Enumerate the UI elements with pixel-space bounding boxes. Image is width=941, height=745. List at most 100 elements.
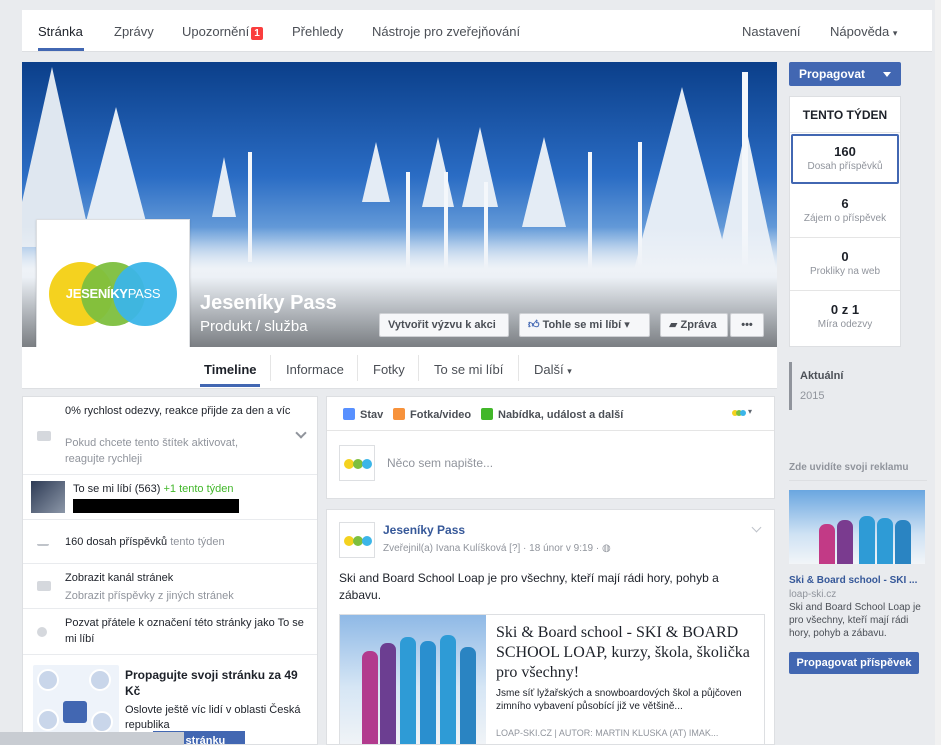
invite-friends-link[interactable]: Pozvat přátele k označení této stránky j… [65, 615, 305, 647]
composer-status-label: Stav [360, 409, 384, 421]
likes-count[interactable]: To se mi líbí (563) [73, 483, 160, 495]
chevron-down-icon: ▾ [624, 319, 630, 331]
person-icon [37, 627, 47, 637]
nav-messages[interactable]: Zprávy [114, 24, 154, 39]
timeline-year-link[interactable]: 2015 [800, 382, 901, 402]
invite-friends-row[interactable]: Pozvat přátele k označení této stránky j… [23, 609, 317, 655]
tab-photos[interactable]: Fotky [373, 362, 405, 377]
snowy-tree [212, 157, 236, 217]
photo-icon [393, 408, 405, 420]
timeline-post: Jeseníky Pass Zveřejnil(a) Ivana Kulíško… [326, 509, 775, 745]
likes-row[interactable]: To se mi líbí (563) +1 tento týden [23, 475, 317, 520]
nav-help-label: Nápověda [830, 24, 890, 39]
post-text: Ski and Board School Loap je pro všechny… [339, 571, 719, 602]
like-button[interactable]: 👍︎ Tohle se mi líbí ▾ [519, 313, 650, 337]
nav-notifications-label: Upozornění [182, 24, 250, 39]
reach-row[interactable]: 160 dosah příspěvků tento týden [23, 520, 317, 564]
post-author[interactable]: Jeseníky Pass [383, 523, 465, 537]
pencil-icon [343, 408, 355, 420]
page-avatar [339, 445, 375, 481]
notification-badge: 1 [251, 27, 263, 40]
page-title[interactable]: Jeseníky Pass [200, 292, 337, 315]
active-tab-indicator [200, 384, 260, 387]
post-options-chevron[interactable] [751, 522, 762, 533]
post-author-avatar[interactable] [339, 522, 375, 558]
link-preview[interactable]: Ski & Board school - SKI & BOARD SCHOOL … [339, 614, 765, 744]
timeline-current-link[interactable]: Aktuální [800, 362, 901, 382]
ad-preview-header: Zde uvidíte svoji reklamu [789, 462, 909, 473]
chat-icon [37, 431, 51, 441]
feed-icon [37, 581, 51, 591]
stats-header: TENTO TÝDEN [790, 97, 900, 133]
stat-post-reach[interactable]: 160 Dosah příspěvků [791, 134, 899, 184]
tab-likes[interactable]: To se mi líbí [434, 362, 503, 377]
bar-chart-icon [37, 536, 49, 546]
promote-button[interactable]: Propagovat [789, 62, 901, 86]
post-meta-text: Zveřejnil(a) Ivana Kulíšková [?] · 18 ún… [383, 543, 602, 554]
promo-text: Oslovte ještě víc lidí v oblasti Česká r… [125, 704, 301, 731]
message-button[interactable]: ▰ Zpráva [660, 313, 728, 337]
nav-notifications[interactable]: Upozornění 1 [182, 24, 263, 40]
promote-button-label: Propagovat [799, 67, 866, 81]
thumbs-up-icon: 👍︎ [528, 319, 540, 331]
page-category: Produkt / služba [200, 318, 308, 335]
chevron-down-icon: ▾ [748, 407, 753, 416]
like-button-label: Tohle se mi líbí [542, 319, 622, 331]
chevron-down-icon[interactable] [295, 427, 307, 439]
tab-timeline[interactable]: Timeline [204, 362, 257, 377]
link-preview-image [340, 615, 486, 744]
chevron-down-icon [883, 72, 891, 77]
tab-more-label: Další [534, 362, 564, 377]
timeline-year-nav: Aktuální 2015 [789, 362, 901, 410]
redacted-names [73, 499, 239, 513]
composer-offer-tab[interactable]: Nabídka, událost a další [481, 408, 623, 421]
snowy-tree [522, 137, 566, 227]
composer-status-tab[interactable]: Stav [343, 408, 383, 421]
stat-post-engagement[interactable]: 6 Zájem o příspěvek [790, 185, 900, 238]
page-tabs: Timeline Informace Fotky To se mi líbí D… [22, 347, 777, 389]
more-options-button[interactable]: ••• [730, 313, 764, 337]
chat-bar[interactable] [0, 732, 184, 745]
nav-settings[interactable]: Nastavení [742, 24, 801, 39]
pages-feed-row[interactable]: Zobrazit kanál stránek Zobrazit příspěvk… [23, 564, 317, 609]
stat-website-clicks[interactable]: 0 Prokliky na web [790, 238, 900, 291]
response-rate-row[interactable]: 0% rychlost odezvy, reakce přijde za den… [23, 397, 317, 475]
link-title[interactable]: Ski & Board school - SKI & BOARD SCHOOL … [496, 623, 758, 683]
create-call-to-action-button[interactable]: Vytvořit výzvu k akci [379, 313, 509, 337]
composer-photo-label: Fotka/video [410, 409, 472, 421]
snowy-tree [82, 107, 150, 237]
reach-count: 160 dosah příspěvků [65, 536, 168, 548]
composer-input[interactable]: Něco sem napište... [387, 456, 493, 470]
boost-post-button[interactable]: Propagovat příspěvek [789, 652, 919, 674]
composer-photo-tab[interactable]: Fotka/video [393, 408, 471, 421]
snowy-tree [462, 127, 498, 207]
nav-help[interactable]: Nápověda ▾ [830, 24, 897, 39]
composer-offer-label: Nabídka, událost a další [498, 409, 624, 421]
nav-insights[interactable]: Přehledy [292, 24, 343, 39]
snowy-tree [422, 137, 454, 207]
avatar[interactable] [31, 481, 65, 513]
tab-about[interactable]: Informace [286, 362, 344, 377]
ad-preview-image[interactable] [789, 490, 925, 564]
nav-page[interactable]: Stránka [38, 24, 83, 39]
audience-selector[interactable]: ▾ [732, 407, 754, 416]
left-sidebar: 0% rychlost odezvy, reakce přijde za den… [22, 396, 318, 745]
nav-publishing-tools[interactable]: Nástroje pro zveřejňování [372, 24, 520, 39]
chevron-down-icon: ▾ [892, 28, 898, 38]
message-button-label: Zpráva [680, 319, 717, 331]
link-source: LOAP-SKI.CZ | AUTOR: MARTIN KLUSKA (AT) … [496, 728, 719, 738]
weekly-stats-panel: TENTO TÝDEN 160 Dosah příspěvků 6 Zájem … [789, 96, 901, 347]
ad-title[interactable]: Ski & Board school - SKI ... [789, 575, 917, 586]
jeseniky-pass-logo: JESENÍKYPASS [49, 262, 177, 326]
stat-response-rate[interactable]: 0 z 1 Míra odezvy [790, 291, 900, 344]
globe-icon: ◍ [602, 543, 611, 554]
tab-more[interactable]: Další ▾ [534, 362, 572, 377]
likes-delta: +1 tento týden [163, 483, 234, 495]
pages-feed-link[interactable]: Zobrazit kanál stránek [65, 570, 305, 586]
link-description: Jsme síť lyžařských a snowboardových ško… [496, 688, 742, 712]
ad-url: loap-ski.cz [789, 589, 837, 600]
post-composer: Stav Fotka/video Nabídka, událost a dalš… [326, 396, 775, 499]
chevron-down-icon: ▾ [567, 366, 572, 376]
page-admin-nav: Stránka Zprávy Upozornění 1 Přehledy Nást… [22, 10, 932, 52]
scrollbar[interactable] [935, 0, 941, 745]
